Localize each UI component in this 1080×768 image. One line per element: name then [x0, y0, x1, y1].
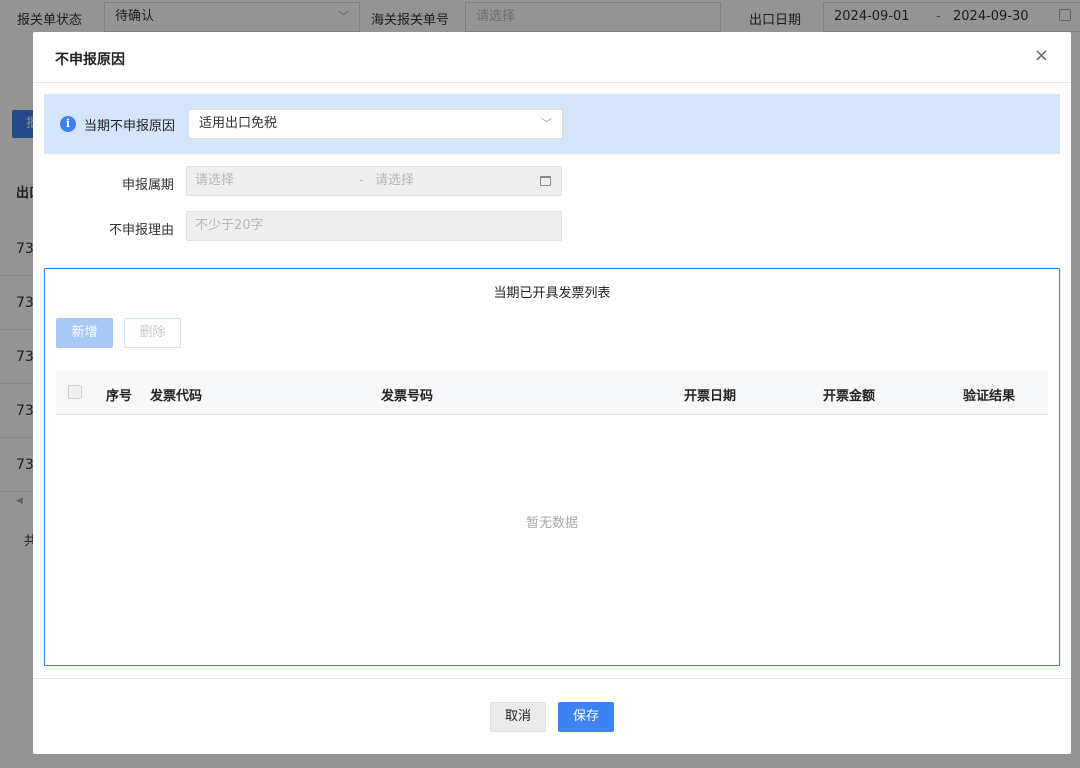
dialog-header: 不申报原因 ×: [33, 32, 1071, 83]
period-range-sep: -: [359, 173, 364, 188]
add-invoice-button[interactable]: 新增: [56, 318, 113, 348]
column-header-invoice-amount: 开票金额: [823, 389, 876, 404]
period-start-placeholder: 请选择: [195, 173, 235, 188]
invoice-panel-title: 当期已开具发票列表: [493, 286, 611, 301]
no-declaration-reason-dialog: 不申报原因 × i 当期不申报原因 适用出口免税 ﹀ 申报属期 请选择 - 请选…: [33, 32, 1071, 754]
period-end-placeholder: 请选择: [375, 173, 415, 188]
period-label: 申报属期: [121, 178, 174, 193]
invoice-table-header: 序号 发票代码 发票号码 开票日期 开票金额 验证结果: [56, 371, 1048, 415]
reason-text-label: 不申报理由: [108, 223, 174, 238]
close-icon[interactable]: ×: [1034, 45, 1049, 67]
dialog-title: 不申报原因: [55, 52, 125, 68]
empty-state-text: 暂无数据: [525, 516, 578, 531]
column-header-invoice-number: 发票号码: [381, 389, 434, 404]
reason-text-input[interactable]: 不少于20字: [186, 211, 562, 241]
period-range-input[interactable]: 请选择 - 请选择: [186, 166, 562, 196]
info-icon: i: [60, 116, 76, 132]
calendar-icon: [540, 176, 551, 186]
reason-text-placeholder: 不少于20字: [195, 218, 264, 233]
select-all-checkbox[interactable]: [68, 385, 82, 399]
cancel-button[interactable]: 取消: [490, 702, 546, 732]
column-header-invoice-code: 发票代码: [150, 389, 203, 404]
chevron-down-icon: ﹀: [541, 117, 552, 130]
reason-label: 当期不申报原因: [84, 119, 176, 134]
invoice-list-panel: 当期已开具发票列表 新增 删除 序号 发票代码 发票号码 开票日期 开票金额 验…: [44, 268, 1060, 666]
column-header-index: 序号: [106, 389, 133, 404]
delete-invoice-button[interactable]: 删除: [124, 318, 181, 348]
footer-divider: [33, 678, 1071, 679]
column-header-invoice-date: 开票日期: [684, 389, 737, 404]
reason-select[interactable]: 适用出口免税 ﹀: [188, 109, 563, 139]
reason-notice-bar: i 当期不申报原因 适用出口免税 ﹀: [44, 94, 1060, 154]
reason-select-value: 适用出口免税: [199, 116, 278, 131]
save-button[interactable]: 保存: [558, 702, 614, 732]
column-header-verify-result: 验证结果: [963, 389, 1016, 404]
